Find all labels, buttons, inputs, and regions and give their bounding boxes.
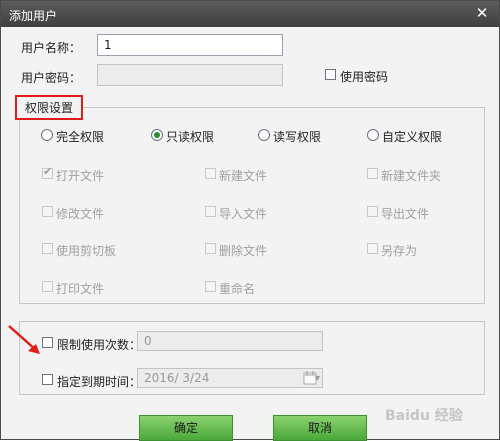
expiry-checkbox[interactable] [42,374,53,385]
use-password-checkbox[interactable] [325,69,336,80]
password-label: 用户密码： [21,71,82,85]
expiry-date-input[interactable]: 2016/ 3/24 [137,368,323,388]
limit-uses-label: 限制使用次数： [57,338,142,352]
expiry-label: 指定到期时间： [57,375,142,389]
close-icon[interactable]: ✕ [473,4,491,22]
perm-new-folder-checkbox[interactable] [367,168,378,179]
perm-modify-file-label: 修改文件 [56,207,105,221]
radio-readwrite-permission[interactable] [258,129,270,141]
radio-selected-dot [154,132,160,138]
perm-delete-file-label: 删除文件 [219,244,268,258]
perm-import-file-checkbox[interactable] [205,206,216,217]
perm-clipboard-checkbox[interactable] [42,243,53,254]
perm-delete-file-checkbox[interactable] [205,243,216,254]
perm-open-file-checkbox[interactable]: ✔ [42,165,53,179]
permissions-group-title: 权限设置 [15,95,84,120]
radio-full-permission-label: 完全权限 [56,130,105,144]
password-input[interactable] [97,64,283,86]
radio-readonly-permission[interactable] [151,129,163,141]
perm-export-file-label: 导出文件 [381,207,430,221]
radio-readwrite-permission-label: 读写权限 [273,130,322,144]
username-label: 用户名称： [21,41,82,55]
perm-clipboard-label: 使用剪切板 [56,244,117,258]
perm-new-file-label: 新建文件 [219,169,268,183]
perm-open-file-label: 打开文件 [56,169,105,183]
perm-save-as-label: 另存为 [381,244,418,258]
perm-rename-checkbox[interactable] [205,281,216,292]
perm-modify-file-checkbox[interactable] [42,206,53,217]
title-bar[interactable]: 添加用户 ✕ [1,1,499,27]
radio-custom-permission-label: 自定义权限 [382,130,443,144]
cancel-button[interactable]: 取消 [273,415,367,441]
radio-custom-permission[interactable] [367,129,379,141]
perm-print-file-label: 打印文件 [56,282,105,296]
radio-readonly-permission-label: 只读权限 [166,130,215,144]
username-input[interactable]: 1 [97,34,283,56]
perm-export-file-checkbox[interactable] [367,206,378,217]
ok-button[interactable]: 确定 [139,415,233,441]
perm-rename-label: 重命名 [219,282,256,296]
perm-save-as-checkbox[interactable] [367,243,378,254]
dialog-title: 添加用户 [9,9,58,23]
perm-print-file-checkbox[interactable] [42,281,53,292]
add-user-dialog: 添加用户 ✕ 用户名称： 1 用户密码： 使用密码 权限设置 完全权限 只读权限… [0,0,500,441]
watermark-text: Baidu 经验 [385,408,463,424]
check-icon: ✔ [43,165,53,178]
perm-new-folder-label: 新建文件夹 [381,169,442,183]
limit-uses-input[interactable]: 0 [137,331,323,351]
use-password-label: 使用密码 [340,70,389,84]
radio-full-permission[interactable] [41,129,53,141]
perm-import-file-label: 导入文件 [219,207,268,221]
perm-new-file-checkbox[interactable] [205,168,216,179]
arrow-annotation-icon [8,325,40,354]
chevron-down-icon[interactable]: ▾ [315,373,320,384]
